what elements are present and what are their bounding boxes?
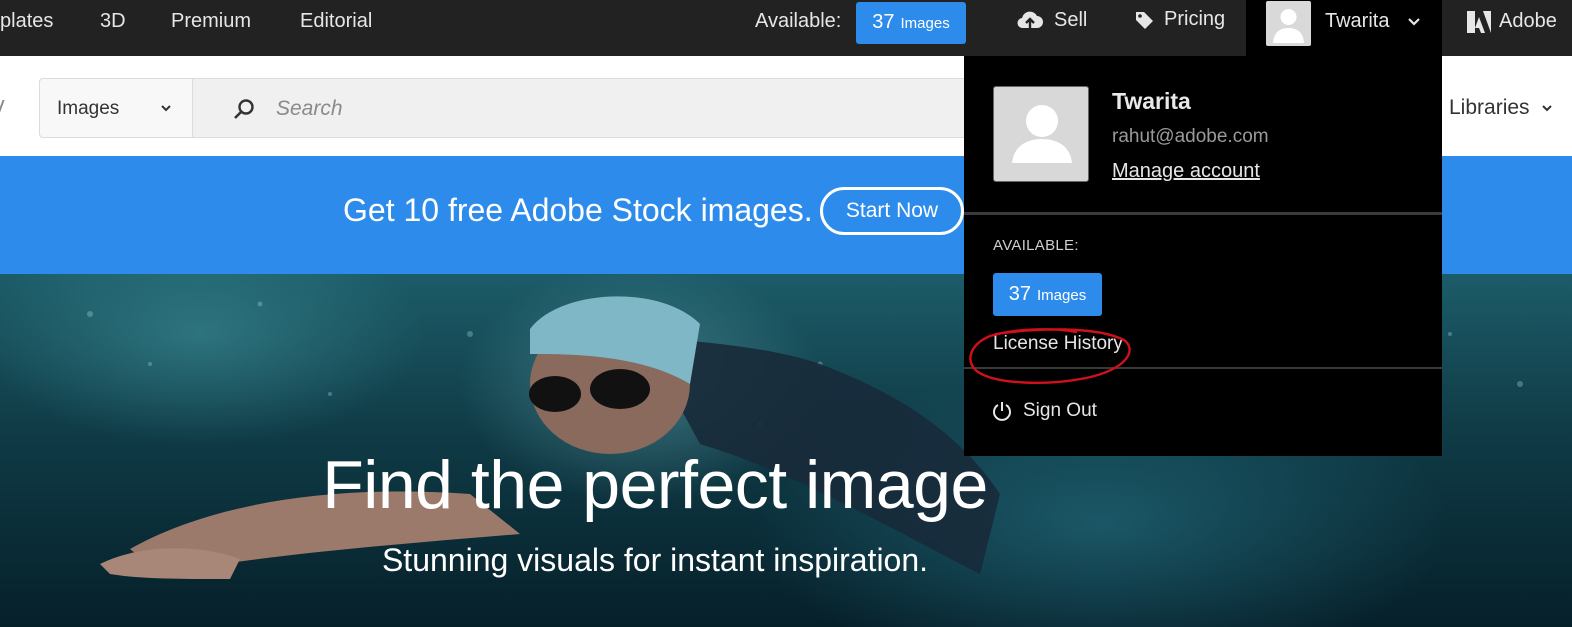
avatar-icon <box>1266 1 1311 46</box>
edge-fragment <box>0 100 7 114</box>
asset-type-select[interactable]: Images <box>40 79 193 137</box>
sign-out-button[interactable]: Sign Out <box>991 400 1097 422</box>
user-name: Twarita <box>1325 10 1390 32</box>
menu-divider <box>964 212 1442 215</box>
top-navigation-bar: plates 3D Premium Editorial Available: 3… <box>0 0 1572 56</box>
credits-unit: Images <box>1037 287 1087 304</box>
sell-label: Sell <box>1054 8 1088 31</box>
search-input[interactable] <box>274 92 964 126</box>
start-now-button[interactable]: Start Now <box>820 187 964 235</box>
chevron-down-icon <box>1541 105 1552 112</box>
sign-out-label: Sign Out <box>1023 400 1097 421</box>
account-name: Twarita <box>1112 88 1191 114</box>
chevron-down-icon <box>161 105 171 112</box>
menu-divider <box>964 367 1442 369</box>
account-dropdown-menu: Twarita rahut@adobe.com Manage account A… <box>964 56 1442 456</box>
credits-unit: Images <box>900 15 950 32</box>
adobe-label: Adobe <box>1499 10 1557 32</box>
cloud-upload-icon <box>1017 11 1043 30</box>
manage-account-link[interactable]: Manage account <box>1112 160 1260 183</box>
nav-item-3d[interactable]: 3D <box>100 10 126 33</box>
credits-count: 37 <box>872 11 895 33</box>
nav-item-editorial[interactable]: Editorial <box>300 10 372 33</box>
adobe-logo-link[interactable]: Adobe <box>1467 10 1557 33</box>
price-tag-icon <box>1136 11 1153 29</box>
nav-item-premium[interactable]: Premium <box>171 10 251 33</box>
power-icon <box>993 402 1011 421</box>
pricing-label: Pricing <box>1164 8 1226 30</box>
pricing-link[interactable]: Pricing <box>1134 8 1225 31</box>
available-label: AVAILABLE: <box>993 237 1079 254</box>
hero-subtitle: Stunning visuals for instant inspiration… <box>381 542 929 578</box>
hero-title: Find the perfect image <box>322 447 988 523</box>
adobe-logo-icon <box>1467 10 1491 33</box>
available-label: Available: <box>755 10 842 32</box>
credits-badge[interactable]: 37 Images <box>856 2 966 44</box>
search-icon[interactable] <box>232 97 256 121</box>
account-email: rahut@adobe.com <box>1112 126 1269 147</box>
avatar-icon <box>993 86 1089 182</box>
chevron-down-icon <box>1408 18 1420 26</box>
nav-item-templates[interactable]: plates <box>0 10 53 33</box>
asset-type-value: Images <box>57 98 120 119</box>
user-menu-toggle[interactable]: Twarita <box>1246 0 1442 56</box>
libraries-menu[interactable]: Libraries <box>1449 96 1554 120</box>
search-box: Images <box>39 78 979 138</box>
license-history-link[interactable]: License History <box>993 333 1123 355</box>
libraries-label: Libraries <box>1449 96 1530 119</box>
sell-link[interactable]: Sell <box>1016 8 1087 32</box>
credits-badge[interactable]: 37 Images <box>993 273 1102 316</box>
credits-count: 37 <box>1008 283 1032 305</box>
promo-text: Get 10 free Adobe Stock images. <box>343 192 813 228</box>
